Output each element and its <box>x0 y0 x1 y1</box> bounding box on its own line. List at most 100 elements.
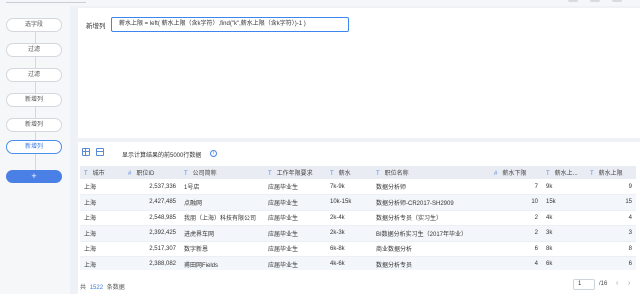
table-cell: 3 <box>586 225 636 242</box>
table-cell: 8 <box>586 241 636 257</box>
text-type-icon: T <box>84 171 88 177</box>
table-row[interactable]: 上海 2,548,985 我朋（上海）科技有限公司 应届毕业生 2k-4k 数据分析专员（… <box>80 210 636 226</box>
page-input[interactable]: 1 <box>573 279 595 290</box>
column-header-label: 城市 <box>92 171 105 177</box>
row-count-suffix: 条数据 <box>106 285 125 291</box>
table-row[interactable]: 上海 2,537,336 1号店 应届毕业生 7k-9k 数据分析师 7 9k 9 <box>80 179 636 195</box>
table-cell: 2 <box>490 210 542 226</box>
column-header[interactable]: T 城市 <box>80 166 124 179</box>
row-count-prefix: 共 <box>80 285 87 291</box>
table-cell: 2,427,485 <box>124 194 180 211</box>
add-step-button[interactable]: + <box>6 170 62 183</box>
flow-step-select-fields[interactable]: 选字段 <box>6 18 62 32</box>
table-header: T 城市 # 职位ID T 公司简称 T 工作年限要求 T 薪水 T 职位名称 # 薪水下限 T 薪水上...… <box>80 166 636 179</box>
table-cell: 4 <box>490 256 542 270</box>
column-header[interactable]: T 薪水上... <box>542 166 586 179</box>
preview-footer: 共 1522 条数据 1 /16 ‹ › <box>78 272 640 294</box>
table-cell: 4k-6k <box>326 256 372 270</box>
toolbar-button[interactable] <box>568 0 578 2</box>
table-row[interactable]: 上海 2,427,485 点融网 应届毕业生 10k-15k 数据分析师-CR2017-S… <box>80 194 636 211</box>
table-cell: 2k-3k <box>326 225 372 242</box>
table-cell: 应届毕业生 <box>264 194 326 211</box>
table-cell: 10k-15k <box>326 194 372 211</box>
table-cell: 上海 <box>80 179 124 195</box>
flow-step-filter[interactable]: 过滤 <box>6 43 62 57</box>
table-cell: 数据分析专员（实习生） <box>372 210 490 226</box>
flow-step-add-column[interactable]: 新增列 <box>6 93 62 107</box>
table-cell: BI数据分析实习生（2017年毕业） <box>372 225 490 242</box>
column-header-label: 薪水上限 <box>598 171 623 177</box>
table-cell: 点融网 <box>180 194 264 211</box>
text-type-icon: T <box>184 171 188 177</box>
column-header[interactable]: T 职位名称 <box>372 166 490 179</box>
table-cell: 2,388,082 <box>124 256 180 270</box>
text-type-icon: T <box>546 171 550 177</box>
column-header[interactable]: T 薪水 <box>326 166 372 179</box>
table-cell: 10 <box>490 194 542 211</box>
table-cell: 数据分析师 <box>372 179 490 195</box>
column-header[interactable]: # 薪水下限 <box>490 166 542 179</box>
formula-panel: 新增列 薪水上限 = left( 薪水上限（含k字符）,find("k",薪水上… <box>78 8 640 138</box>
column-header-label: 薪水上... <box>554 171 578 177</box>
column-header-label: 职位ID <box>136 171 155 177</box>
table-cell: 15k <box>542 194 586 211</box>
table-cell: 8k <box>542 241 586 257</box>
page-total: /16 <box>599 281 608 287</box>
table-row[interactable]: 上海 2,517,307 数字新恩 应届毕业生 6k-8k 商业数据分析 6 8k 8 <box>80 241 636 257</box>
table-cell: 应届毕业生 <box>264 256 326 270</box>
preview-toolbar: 显示计算结果的前5000行数据 i <box>78 142 640 162</box>
table-cell: 2,537,336 <box>124 179 180 195</box>
toolbar-button[interactable] <box>590 0 600 2</box>
flow-step-add-column[interactable]: 新增列 <box>6 118 62 132</box>
table-cell: 甫田网Fields <box>180 256 264 270</box>
row-count: 共 1522 条数据 <box>80 282 125 291</box>
column-header[interactable]: T 薪水上限 <box>586 166 636 179</box>
preview-hint: 显示计算结果的前5000行数据 <box>122 153 202 159</box>
text-type-icon: T <box>376 171 380 177</box>
text-type-icon: T <box>268 171 272 177</box>
table-cell: 4 <box>586 210 636 226</box>
table-cell: 1号店 <box>180 179 264 195</box>
table-cell: 上海 <box>80 241 124 257</box>
table-cell: 7k-9k <box>326 179 372 195</box>
table-cell: 我朋（上海）科技有限公司 <box>180 210 264 226</box>
table-cell: 应届毕业生 <box>264 210 326 226</box>
column-header-label: 薪水下限 <box>502 171 527 177</box>
table-cell: 7 <box>490 179 542 195</box>
table-cell: 2k-4k <box>326 210 372 226</box>
column-header[interactable]: T 工作年限要求 <box>264 166 326 179</box>
top-bar <box>0 0 640 6</box>
table-cell: 6k-8k <box>326 241 372 257</box>
table-cell: 15 <box>586 194 636 211</box>
formula-input[interactable]: 薪水上限 = left( 薪水上限（含k字符）,find("k",薪水上限（含k… <box>111 17 349 32</box>
grid-view-icon[interactable] <box>82 148 90 156</box>
text-type-icon: T <box>330 171 334 177</box>
column-header[interactable]: T 公司简称 <box>180 166 264 179</box>
table-cell: 应届毕业生 <box>264 241 326 257</box>
table-row[interactable]: 上海 2,392,425 进虎界车网 应届毕业生 2k-3k BI数据分析实习生（2017… <box>80 225 636 242</box>
column-header[interactable]: # 职位ID <box>124 166 180 179</box>
column-header-label: 职位名称 <box>384 171 409 177</box>
table-view-icon[interactable] <box>96 148 104 156</box>
toolbar-button[interactable] <box>612 0 622 2</box>
prev-page-icon[interactable]: ‹ <box>616 280 618 287</box>
column-header-label: 公司简称 <box>192 171 217 177</box>
text-type-icon: T <box>590 171 594 177</box>
table-cell: 上海 <box>80 210 124 226</box>
table-row[interactable]: 上海 2,388,082 甫田网Fields 应届毕业生 4k-6k 数据分析专员 4 6k 6 <box>80 256 636 270</box>
table-cell: 上海 <box>80 225 124 242</box>
table-cell: 商业数据分析 <box>372 241 490 257</box>
table-cell: 3k <box>542 225 586 242</box>
table-cell: 4k <box>542 210 586 226</box>
flow-step-filter[interactable]: 过滤 <box>6 68 62 82</box>
table-cell: 2,392,425 <box>124 225 180 242</box>
table-cell: 2 <box>490 225 542 242</box>
table-cell: 应届毕业生 <box>264 225 326 242</box>
next-page-icon[interactable]: › <box>628 280 630 287</box>
column-header-label: 工作年限要求 <box>276 171 313 177</box>
table-cell: 上海 <box>80 194 124 211</box>
table-cell: 9k <box>542 179 586 195</box>
breadcrumb <box>6 0 86 3</box>
flow-step-add-column-active[interactable]: 新增列 <box>6 140 62 154</box>
info-icon[interactable]: i <box>210 150 217 157</box>
